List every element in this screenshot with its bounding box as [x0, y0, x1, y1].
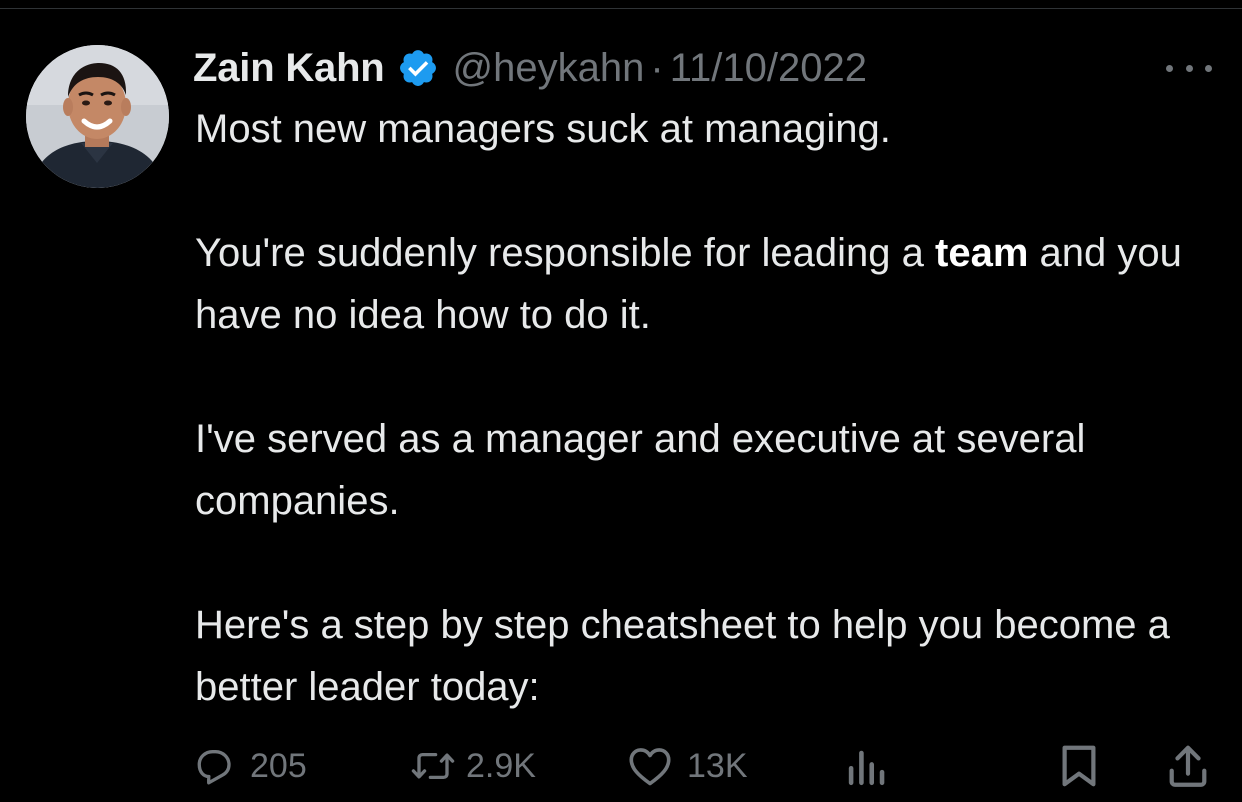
verified-badge-icon	[397, 47, 439, 89]
repost-button[interactable]: 2.9K	[408, 738, 536, 794]
tweet-paragraph: Most new managers suck at managing.	[195, 107, 891, 151]
tweet-paragraph: I've served as a manager and executive a…	[195, 417, 1086, 523]
tweet-bold-word: team	[935, 231, 1029, 275]
separator-dot: ·	[650, 45, 664, 90]
tweet-text-segment: You're suddenly responsible for leading …	[195, 231, 935, 275]
bookmark-icon	[1062, 745, 1096, 787]
views-button[interactable]	[846, 738, 886, 794]
tweet: Zain Kahn @heykahn · 11/10/2022 Most new…	[0, 0, 1242, 802]
like-button[interactable]: 13K	[627, 738, 748, 794]
author-name[interactable]: Zain Kahn	[193, 46, 385, 91]
tweet-paragraph: Here's a step by step cheatsheet to help…	[195, 603, 1170, 709]
like-icon	[629, 748, 671, 786]
author-handle[interactable]: @heykahn	[453, 46, 645, 91]
like-count: 13K	[687, 746, 748, 785]
action-bar: 205 2.9K 13K	[0, 738, 1242, 794]
more-dot	[1166, 64, 1173, 72]
more-dot	[1185, 64, 1193, 72]
more-icon[interactable]	[1166, 54, 1212, 82]
avatar-image	[26, 45, 169, 188]
bookmark-button[interactable]	[1059, 738, 1099, 794]
tweet-text: Most new managers suck at managing. You'…	[195, 98, 1225, 718]
views-icon	[848, 750, 885, 786]
tweet-paragraph: You're suddenly responsible for leading …	[195, 222, 1225, 346]
more-dot	[1205, 64, 1212, 72]
repost-count: 2.9K	[466, 746, 536, 785]
reply-count: 205	[250, 746, 307, 785]
reply-icon	[197, 749, 231, 785]
repost-icon	[411, 752, 455, 780]
tweet-date[interactable]: 11/10/2022	[670, 46, 867, 91]
reply-button[interactable]: 205	[194, 738, 307, 794]
tweet-header: Zain Kahn @heykahn · 11/10/2022	[193, 40, 867, 96]
share-icon	[1169, 745, 1207, 787]
share-button[interactable]	[1166, 738, 1210, 794]
avatar[interactable]	[26, 45, 169, 188]
